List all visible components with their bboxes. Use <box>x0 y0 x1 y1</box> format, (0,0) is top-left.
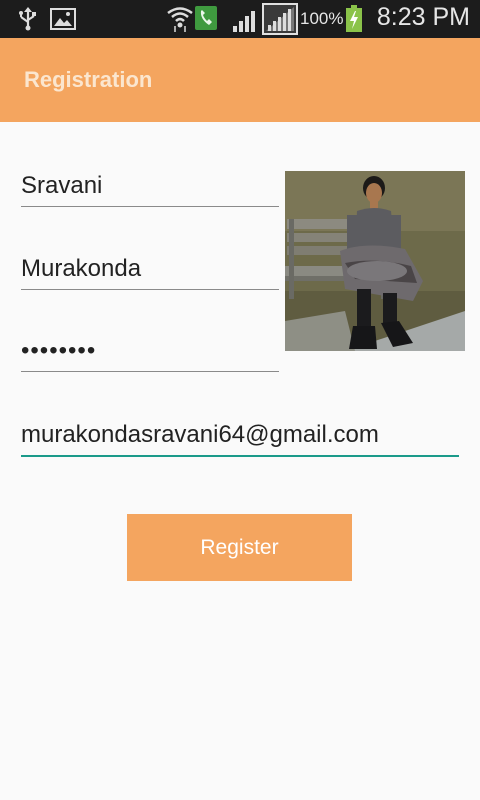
wifi-icon <box>166 4 194 37</box>
status-bar: 100% 8:23 PM <box>0 0 480 38</box>
app-bar: Registration <box>0 38 480 122</box>
clock: 8:23 PM <box>376 3 470 31</box>
battery-charging-icon <box>345 5 363 38</box>
profile-photo[interactable] <box>285 171 465 351</box>
battery-percent: 100% <box>300 9 344 28</box>
signal-icon-2 <box>262 3 298 40</box>
signal-icon <box>232 7 260 38</box>
email-field[interactable]: murakondasravani64@gmail.com <box>21 420 459 457</box>
phone-call-icon <box>195 6 217 35</box>
page-title: Registration <box>24 67 153 92</box>
last-name-field[interactable]: Murakonda <box>21 254 279 290</box>
first-name-field[interactable]: Sravani <box>21 171 279 207</box>
image-icon <box>50 8 76 35</box>
register-button[interactable]: Register <box>127 514 352 581</box>
password-field[interactable]: •••••••• <box>21 336 279 372</box>
usb-icon <box>17 7 39 36</box>
